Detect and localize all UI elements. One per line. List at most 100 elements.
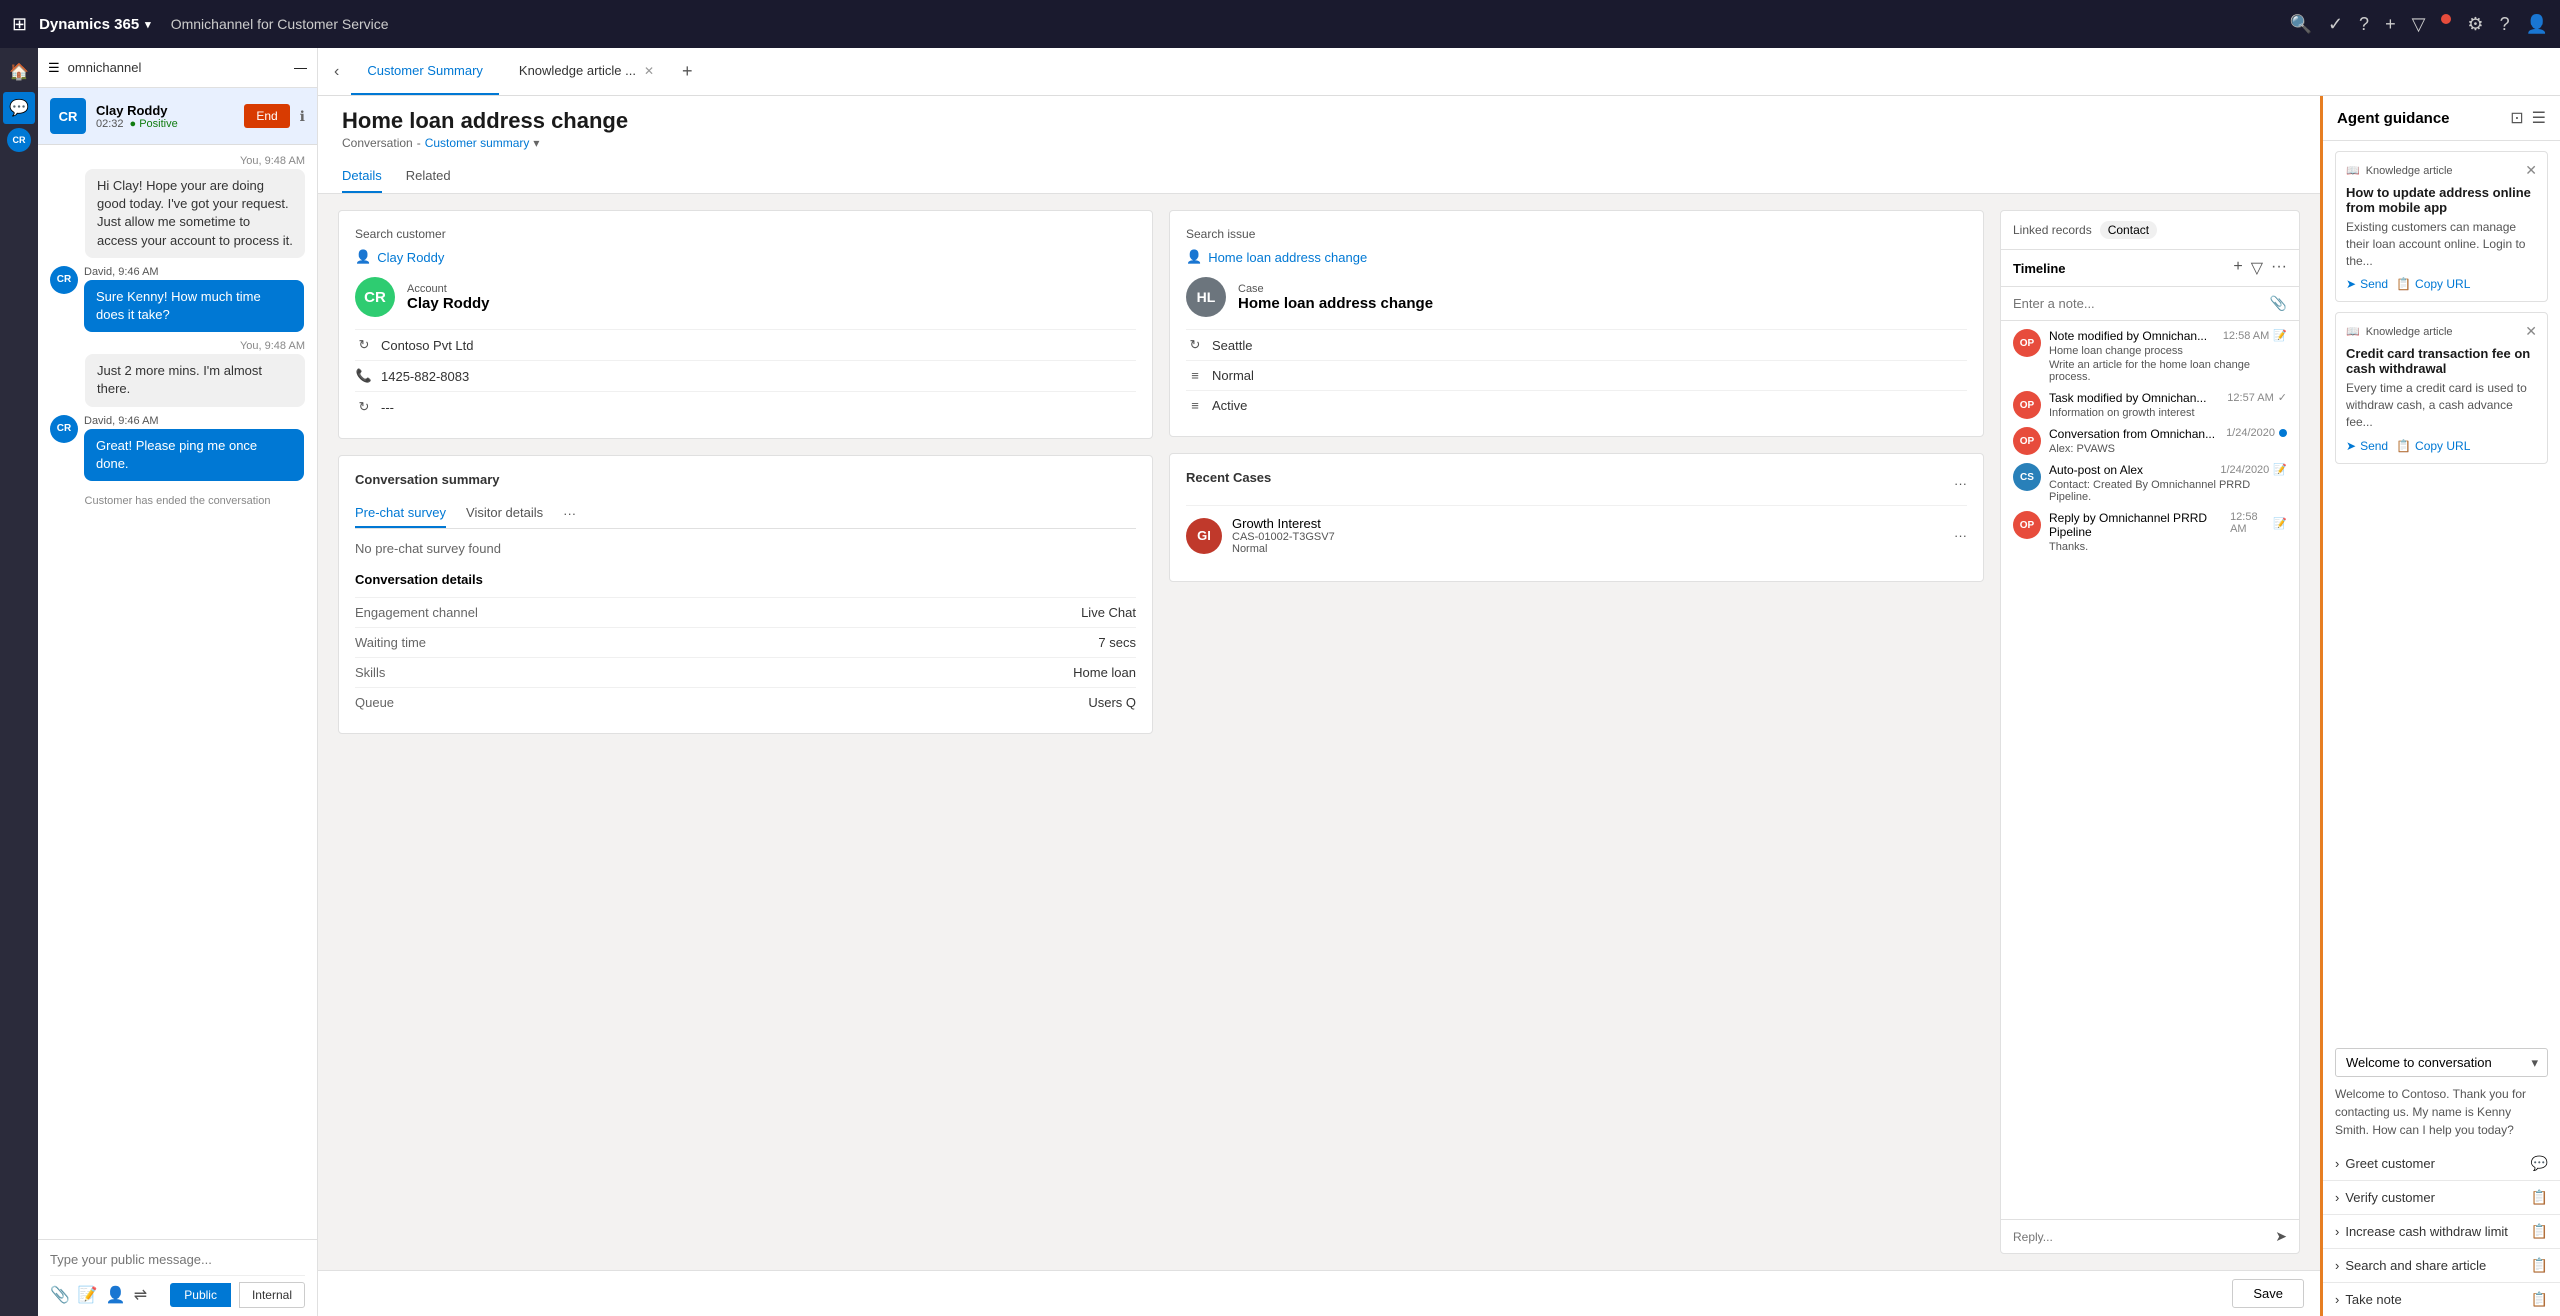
copy-label-2: Copy URL	[2415, 439, 2470, 453]
ag-list-icon[interactable]: ☰	[2532, 108, 2546, 128]
sidebar-contact: CR Clay Roddy 02:32 ● Positive End ℹ	[38, 88, 317, 145]
chat-input[interactable]	[50, 1248, 305, 1276]
ka-type-label-1: Knowledge article	[2366, 165, 2453, 177]
company-name: Contoso Pvt Ltd	[381, 338, 474, 353]
question-icon[interactable]: ?	[2359, 14, 2369, 35]
script-dropdown[interactable]: Welcome to conversation Greet customer V…	[2335, 1048, 2548, 1077]
script-search-article[interactable]: › Search and share article 📋	[2323, 1248, 2560, 1282]
content-wrapper: ‹ Customer Summary Knowledge article ...…	[318, 48, 2560, 1316]
sentiment-indicator: ● Positive	[130, 118, 178, 130]
cases-more-icon[interactable]: ···	[1954, 476, 1967, 491]
script-verify-customer[interactable]: › Verify customer 📋	[2323, 1180, 2560, 1214]
contact-avatar-small[interactable]: CR	[7, 128, 31, 152]
add-icon[interactable]: +	[2385, 14, 2396, 35]
no-survey-text: No pre-chat survey found	[355, 541, 1136, 556]
conv-tab-visitor[interactable]: Visitor details	[466, 499, 543, 528]
case-item-more[interactable]: ···	[1954, 528, 1967, 543]
account-label: Account	[407, 283, 490, 295]
settings-icon[interactable]: ⚙	[2467, 14, 2483, 35]
tab-back-button[interactable]: ‹	[326, 63, 347, 81]
breadcrumb-chevron[interactable]: ▾	[533, 136, 539, 150]
ka-close-1[interactable]: ✕	[2525, 162, 2537, 179]
internal-button[interactable]: Internal	[239, 1282, 305, 1308]
filter-icon[interactable]: ▽	[2412, 14, 2426, 35]
ka-copy-btn-1[interactable]: 📋 Copy URL	[2396, 277, 2470, 291]
send-icon-1: ➤	[2346, 277, 2356, 291]
timeline-add-icon[interactable]: +	[2233, 258, 2242, 278]
customer-link[interactable]: 👤 Clay Roddy	[355, 249, 1136, 265]
note-icon[interactable]: 📝	[78, 1285, 98, 1305]
link-icon[interactable]: ⇌	[134, 1285, 147, 1305]
case-item-1: GI Growth Interest CAS-01002-T3GSV7 Norm…	[1186, 505, 1967, 565]
customer-name-big: Clay Roddy	[407, 295, 490, 312]
reply-input[interactable]	[2013, 1230, 2269, 1244]
tab-add-button[interactable]: +	[674, 61, 701, 82]
ka-close-2[interactable]: ✕	[2525, 323, 2537, 340]
customer-bubble-2: Great! Please ping me once done.	[84, 429, 304, 481]
status-row: ≡ Active	[1186, 390, 1967, 420]
note-attach-icon[interactable]: 📎	[2270, 295, 2287, 312]
shield-icon[interactable]: ✓	[2328, 14, 2343, 35]
ag-collapse-icon[interactable]: ⊡	[2510, 108, 2523, 128]
ka-book-icon-2: 📖	[2346, 325, 2360, 338]
script-icon-search: 📋	[2531, 1257, 2548, 1274]
search-customer-label: Search customer	[355, 227, 1136, 241]
search-icon[interactable]: 🔍	[2290, 14, 2312, 35]
chat-icon[interactable]: 💬	[3, 92, 35, 124]
note-input[interactable]	[2013, 296, 2270, 311]
ka-title-1: How to update address online from mobile…	[2346, 185, 2537, 215]
ka-send-btn-2[interactable]: ➤ Send	[2346, 439, 2388, 453]
customer-bubble-1: Sure Kenny! How much time does it take?	[84, 280, 304, 332]
user-icon[interactable]: 👤	[2526, 14, 2548, 35]
nav-icons: 🔍 ✓ ? + ▽ ⚙ ? 👤	[2290, 14, 2548, 35]
timeline-header: Linked records Contact	[2001, 211, 2299, 250]
script-greet-customer[interactable]: › Greet customer 💬	[2323, 1147, 2560, 1180]
issue-link-text: Home loan address change	[1208, 250, 1367, 265]
conv-tab-more[interactable]: ···	[563, 506, 576, 521]
info-icon[interactable]: ℹ	[300, 108, 305, 125]
detail-row-skills: Skills Home loan	[355, 657, 1136, 687]
hamburger-icon[interactable]: ☰	[48, 60, 60, 76]
customer-avatar-2: CR	[50, 415, 78, 443]
status-value: Active	[1212, 398, 1247, 413]
page-tab-related[interactable]: Related	[406, 160, 451, 193]
message-2: CR David, 9:46 AM Sure Kenny! How much t…	[50, 266, 305, 332]
issue-link[interactable]: 👤 Home loan address change	[1186, 249, 1967, 265]
timeline-items: OP Note modified by Omnichan... 12:58 AM…	[2001, 321, 2299, 1219]
ka-send-btn-1[interactable]: ➤ Send	[2346, 277, 2388, 291]
agent-tool-icon[interactable]: 👤	[106, 1285, 126, 1305]
page-tab-details[interactable]: Details	[342, 160, 382, 193]
tab-close-icon[interactable]: ✕	[644, 64, 654, 78]
ka-copy-btn-2[interactable]: 📋 Copy URL	[2396, 439, 2470, 453]
home-icon[interactable]: 🏠	[3, 56, 35, 88]
ag-welcome-text: Welcome to Contoso. Thank you for contac…	[2323, 1085, 2560, 1147]
script-take-note[interactable]: › Take note 📋	[2323, 1282, 2560, 1316]
public-button[interactable]: Public	[170, 1283, 231, 1307]
extra-row: ↻ ---	[355, 391, 1136, 422]
attach-icon[interactable]: 📎	[50, 1285, 70, 1305]
copy-icon-1: 📋	[2396, 277, 2411, 291]
reply-send-icon[interactable]: ➤	[2275, 1228, 2287, 1245]
main-layout: 🏠 💬 CR ☰ — CR Clay Roddy 02:32 ● Positiv…	[0, 48, 2560, 1316]
timeline-filter-icon[interactable]: ▽	[2251, 258, 2263, 278]
conv-tab-pre-chat[interactable]: Pre-chat survey	[355, 499, 446, 528]
script-icon-verify: 📋	[2531, 1189, 2548, 1206]
save-button[interactable]: Save	[2232, 1279, 2304, 1308]
tl-content-1: Note modified by Omnichan... 12:58 AM 📝 …	[2049, 329, 2287, 383]
grid-icon[interactable]: ⊞	[12, 14, 27, 35]
tl-time-4: 1/24/2020 📝	[2220, 463, 2287, 476]
brand-chevron[interactable]: ▾	[145, 18, 151, 31]
script-chevron-verify: ›	[2335, 1190, 2339, 1205]
tl-content-4: Auto-post on Alex 1/24/2020 📝 Contact: C…	[2049, 463, 2287, 503]
sidebar-search-input[interactable]	[68, 56, 286, 79]
chat-toolbar: 📎 📝 👤 ⇌ Public Internal	[50, 1282, 305, 1308]
ka-card-1: 📖 Knowledge article ✕ How to update addr…	[2335, 151, 2548, 302]
timeline-more-icon[interactable]: ···	[2271, 258, 2287, 278]
script-increase-cash[interactable]: › Increase cash withdraw limit 📋	[2323, 1214, 2560, 1248]
end-button[interactable]: End	[244, 104, 289, 128]
tab-knowledge-article[interactable]: Knowledge article ... ✕	[503, 48, 670, 95]
breadcrumb-link[interactable]: Customer summary	[425, 136, 530, 150]
help-icon[interactable]: ?	[2500, 14, 2510, 35]
tab-customer-summary[interactable]: Customer Summary	[351, 48, 499, 95]
minimize-icon[interactable]: —	[294, 60, 307, 75]
